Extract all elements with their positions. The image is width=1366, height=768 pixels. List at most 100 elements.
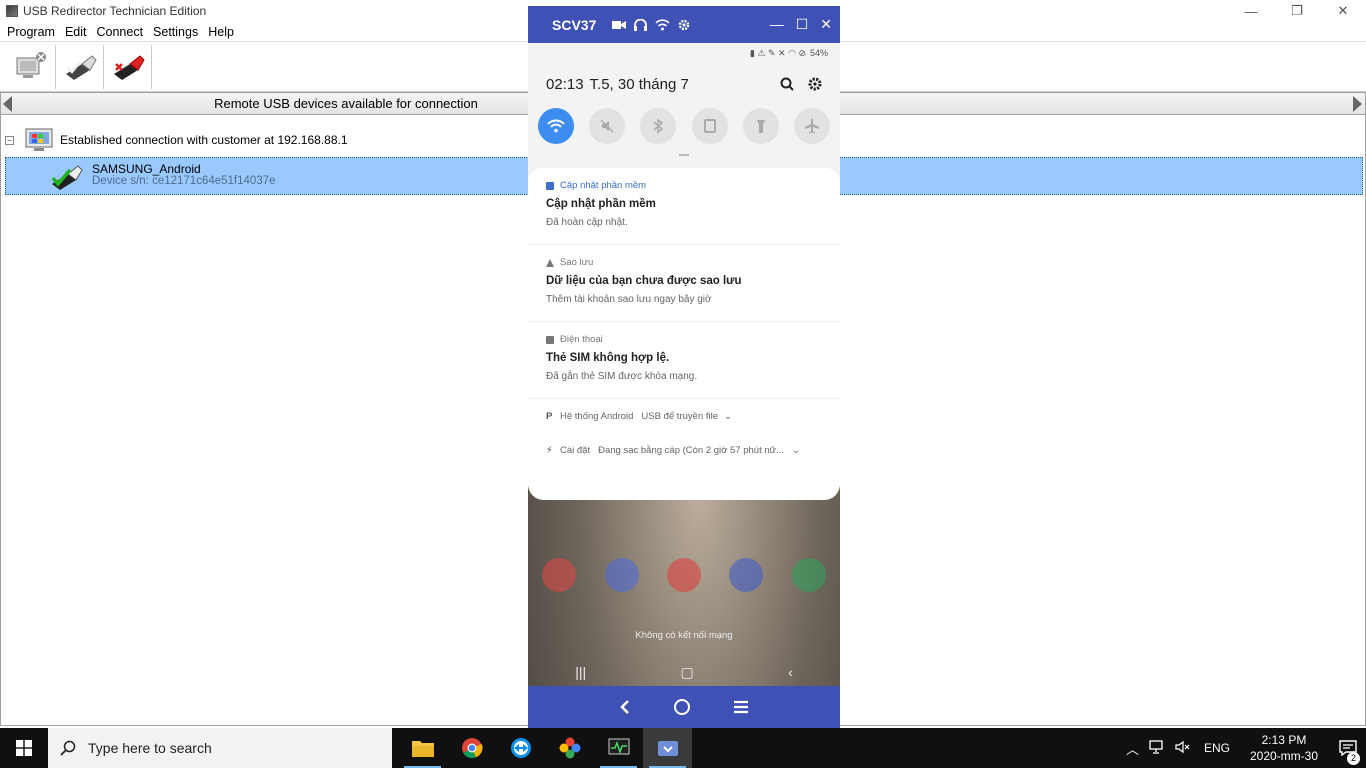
scroll-right-icon[interactable] — [1353, 96, 1362, 112]
messages-app-icon[interactable] — [604, 558, 639, 592]
home-icon[interactable]: ▢ — [681, 664, 694, 681]
mini-notification-source: Cài đặt — [560, 444, 591, 456]
settings-gear-icon[interactable] — [808, 77, 822, 91]
input-language[interactable]: ENG — [1196, 741, 1238, 755]
shade-date: T.5, 30 tháng 7 — [589, 75, 689, 93]
mini-notification[interactable]: ⚡ Cài đặt Đang sạc bằng cáp (Còn 2 giờ 5… — [528, 433, 840, 467]
wifi-icon[interactable] — [655, 18, 670, 31]
sim-icon — [546, 335, 554, 344]
notification-source: Điện thoại — [560, 334, 603, 345]
connection-node[interactable]: − Established connection with customer a… — [5, 127, 348, 153]
usb-disconnect-icon — [113, 54, 145, 80]
wps-app-icon[interactable] — [666, 558, 701, 592]
computer-icon — [25, 128, 53, 151]
phone-maximize-button[interactable]: ☐ — [796, 16, 809, 33]
video-icon[interactable] — [612, 19, 627, 31]
wifi-tile[interactable] — [538, 108, 574, 144]
system-tray: ︿ ENG 2:13 PM 2020-mm-30 2 — [1121, 728, 1366, 768]
phone-mirror-window: SCV37 — ☐ ✕ Không có kết nối mạng ||| ▢ … — [528, 6, 840, 728]
minimize-button[interactable]: — — [1228, 0, 1274, 22]
menu-program[interactable]: Program — [2, 25, 60, 39]
notification-item[interactable]: Điện thoại Thẻ SIM không hợp lệ. Đã gắn … — [528, 322, 840, 399]
collapse-icon[interactable]: − — [5, 135, 14, 145]
menu-edit[interactable]: Edit — [60, 25, 92, 39]
mini-notification-source: Hệ thống Android — [560, 410, 634, 422]
chevron-up-icon[interactable]: ︿ — [1121, 739, 1144, 758]
notification-list: Cập nhật phần mềm Cập nhật phần mềm Đã h… — [528, 168, 840, 500]
connection-label: Established connection with customer at … — [60, 133, 348, 147]
connect-device-button[interactable] — [56, 44, 104, 89]
android-p-icon: P — [546, 410, 553, 422]
menu-settings[interactable]: Settings — [148, 25, 203, 39]
status-bar: ▮ ⚠ ✎ ✕ ◠ ⊘ 54% — [528, 43, 840, 63]
add-server-button[interactable] — [6, 44, 56, 89]
network-icon[interactable] — [1144, 739, 1170, 757]
back-icon[interactable] — [619, 699, 631, 715]
chevron-down-icon[interactable]: ⌄ — [724, 411, 732, 422]
phone-app-icon[interactable] — [791, 558, 826, 592]
flashlight-icon — [756, 120, 765, 133]
start-button[interactable] — [0, 728, 48, 768]
status-icons: ▮ ⚠ ✎ ✕ ◠ ⊘ — [749, 47, 806, 58]
shade-handle[interactable] — [679, 154, 689, 156]
scroll-left-icon[interactable] — [3, 96, 12, 112]
disconnect-device-button[interactable] — [104, 44, 152, 89]
clock[interactable]: 2:13 PM 2020-mm-30 — [1238, 732, 1330, 764]
phone-minimize-button[interactable]: — — [770, 16, 784, 33]
close-button[interactable]: ✕ — [1320, 0, 1366, 22]
recents-icon[interactable]: ||| — [575, 664, 586, 680]
airplane-tile[interactable] — [793, 108, 830, 144]
back-icon[interactable]: ‹ — [788, 664, 793, 680]
notification-desc: Đã gắn thẻ SIM được khóa mạng. — [546, 371, 698, 382]
home-app-row — [528, 558, 840, 592]
menu-icon[interactable] — [733, 700, 749, 714]
rotate-tile[interactable] — [691, 108, 728, 144]
browser-app-icon[interactable] — [729, 558, 764, 592]
bluetooth-tile[interactable] — [640, 108, 677, 144]
quick-tiles — [528, 108, 840, 144]
notification-count: 2 — [1347, 752, 1360, 765]
camera-app-icon[interactable] — [542, 558, 577, 592]
restore-button[interactable]: ❐ — [1274, 0, 1320, 22]
menu-connect[interactable]: Connect — [91, 25, 148, 39]
home-icon[interactable] — [673, 698, 691, 716]
clock-date: 2020-mm-30 — [1249, 749, 1318, 763]
search-placeholder: Type here to search — [88, 740, 212, 756]
chrome-pin[interactable] — [447, 728, 496, 768]
file-explorer-pin[interactable] — [398, 728, 447, 768]
mute-icon — [600, 119, 614, 133]
windows-logo-icon — [16, 740, 32, 756]
device-name: SAMSUNG_Android — [92, 162, 201, 176]
pinwheel-icon — [559, 737, 580, 759]
search-icon[interactable] — [780, 77, 794, 91]
volume-muted-icon[interactable] — [1170, 740, 1196, 757]
mini-notification-text: USB để truyền file — [641, 410, 718, 422]
chevron-down-icon[interactable]: ⌄ — [792, 445, 800, 456]
headphones-icon[interactable] — [634, 18, 648, 31]
monitor-app-pin[interactable] — [594, 728, 643, 768]
usb-connect-icon — [65, 54, 97, 80]
wifi-tile-icon — [547, 119, 565, 133]
notification-source: Sao lưu — [560, 257, 594, 268]
notification-item[interactable]: Cập nhật phần mềm Cập nhật phần mềm Đã h… — [528, 168, 840, 245]
phone-mirror-pin[interactable] — [643, 728, 692, 768]
device-serial: Device s/n: ce12171c64e51f14037e — [92, 175, 276, 187]
taskbar-search[interactable]: Type here to search — [48, 728, 392, 768]
notification-title: Cập nhật phần mềm — [546, 198, 656, 210]
clock-time: 2:13 PM — [1261, 733, 1307, 747]
phone-close-button[interactable]: ✕ — [820, 16, 832, 33]
menu-help[interactable]: Help — [203, 25, 239, 39]
phone-screen: Không có kết nối mạng ||| ▢ ‹ ▮ ⚠ ✎ ✕ ◠ … — [528, 43, 840, 686]
bluetooth-icon — [653, 118, 664, 134]
notification-item[interactable]: Sao lưu Dữ liệu của bạn chưa được sao lư… — [528, 245, 840, 322]
pinned-apps — [398, 728, 692, 768]
flashlight-tile[interactable] — [742, 108, 779, 144]
gear-icon[interactable] — [678, 19, 690, 31]
battery-level: 54% — [809, 48, 828, 58]
mute-tile[interactable] — [589, 108, 626, 144]
teamviewer-pin[interactable] — [496, 728, 545, 768]
mini-notification[interactable]: P Hệ thống Android USB để truyền file ⌄ — [528, 399, 840, 433]
action-center-button[interactable]: 2 — [1330, 740, 1366, 765]
search-icon — [60, 740, 76, 756]
photos-app-pin[interactable] — [545, 728, 594, 768]
